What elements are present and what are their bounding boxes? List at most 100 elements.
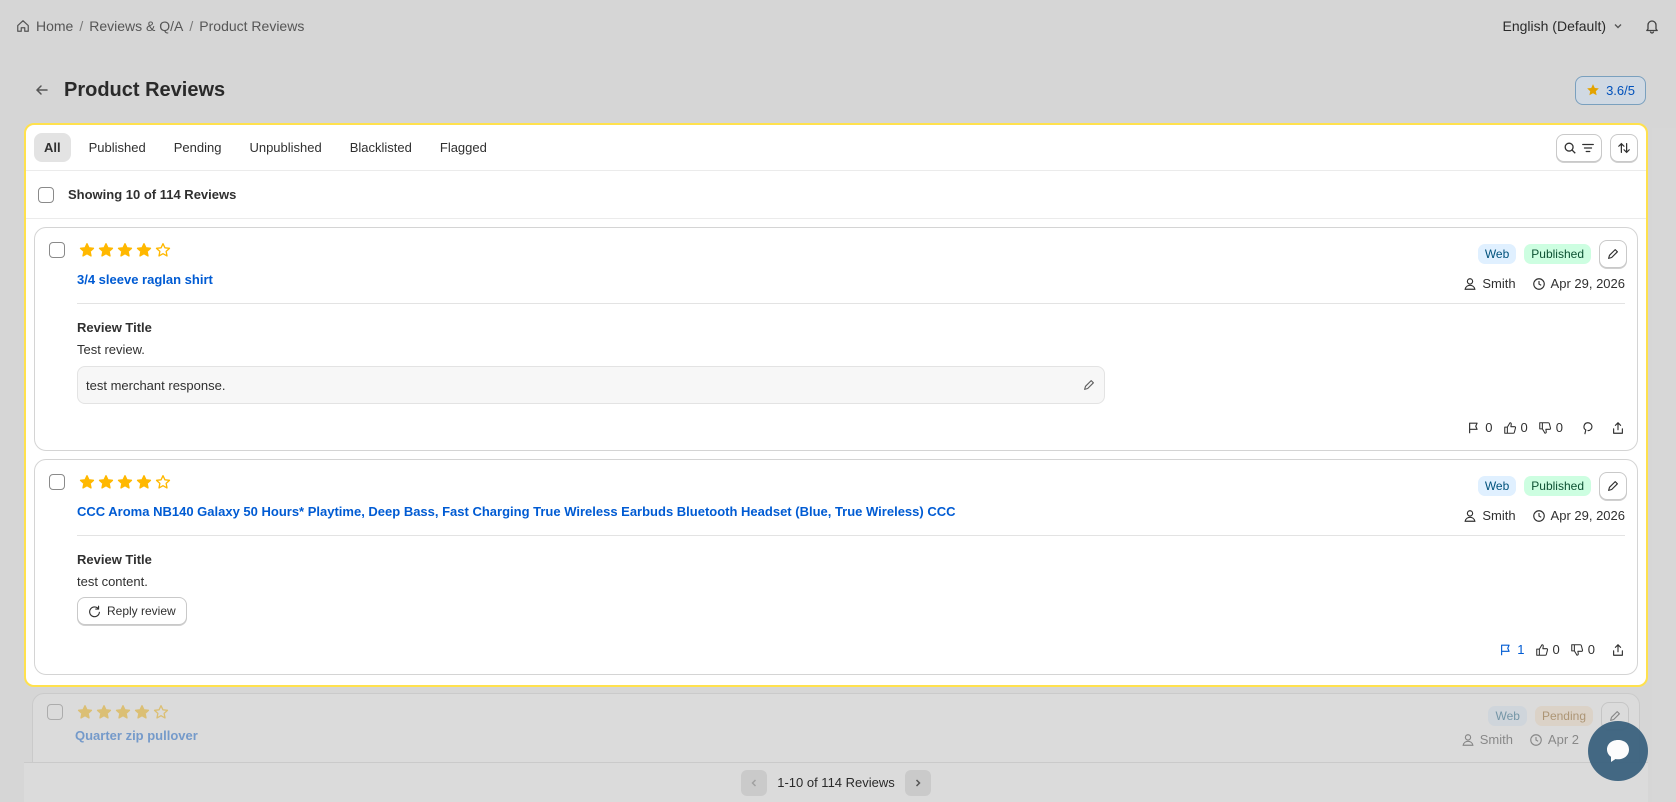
flag-action[interactable]: 1 [1499, 642, 1525, 657]
clock-icon [1530, 733, 1542, 746]
edit-review-button[interactable] [1599, 240, 1627, 268]
like-action[interactable]: 0 [1503, 420, 1528, 435]
average-rating-badge: 3.6/5 [1575, 75, 1646, 105]
source-badge: Web [1477, 476, 1517, 496]
product-link[interactable]: CCC Aroma NB140 Galaxy 50 Hours* Playtim… [77, 504, 956, 519]
product-link[interactable]: Quarter zip pullover [75, 728, 198, 743]
review-checkbox[interactable] [49, 242, 65, 258]
star-filled-icon [98, 475, 114, 489]
star-filled-icon [134, 705, 150, 719]
chat-widget-button[interactable] [1588, 721, 1648, 781]
page-title: Product Reviews [64, 78, 226, 101]
select-all-checkbox[interactable] [38, 186, 54, 203]
breadcrumb-current: Product Reviews [199, 18, 305, 34]
source-badge: Web [1477, 244, 1517, 264]
average-rating-value: 3.6/5 [1606, 82, 1635, 98]
clock-icon [1532, 277, 1545, 290]
review-author: Smith [1463, 508, 1516, 523]
user-icon [1462, 733, 1474, 746]
flag-action[interactable]: 0 [1467, 420, 1493, 435]
review-content: test content. [77, 574, 148, 589]
date-text: Apr 2 [1547, 732, 1579, 747]
filter-tabs: All Published Pending Unpublished Blackl… [26, 125, 1646, 171]
like-count: 0 [1520, 420, 1528, 435]
review-checkbox[interactable] [49, 474, 65, 490]
star-filled-icon [117, 243, 133, 257]
home-icon[interactable] [16, 19, 30, 33]
star-rating [79, 242, 171, 258]
tab-all[interactable]: All [34, 133, 71, 162]
share-icon[interactable] [1611, 421, 1625, 435]
flag-count: 0 [1485, 420, 1493, 435]
page-header: Product Reviews 3.6/5 [30, 72, 1646, 108]
star-filled-icon [117, 475, 133, 489]
star-filled-icon [79, 243, 95, 257]
search-filter-button[interactable] [1556, 133, 1602, 162]
sort-icon [1617, 141, 1631, 155]
user-icon [1464, 277, 1476, 290]
edit-response-pencil-icon[interactable] [1082, 378, 1096, 392]
tab-flagged[interactable]: Flagged [430, 133, 497, 162]
next-page-button[interactable] [904, 769, 931, 796]
star-rating [77, 704, 169, 720]
language-selector[interactable]: English (Default) [1503, 18, 1625, 34]
flag-count: 1 [1517, 642, 1525, 657]
chat-bubble-icon [1607, 740, 1629, 762]
author-name: Smith [1479, 732, 1513, 747]
breadcrumb-section[interactable]: Reviews & Q/A [89, 18, 183, 34]
dislike-action[interactable]: 0 [1570, 642, 1595, 657]
chevron-left-icon [751, 778, 757, 787]
star-filled-icon [79, 475, 95, 489]
merchant-response: test merchant response. [77, 366, 1105, 404]
back-arrow-icon[interactable] [30, 78, 54, 102]
breadcrumb-home[interactable]: Home [36, 18, 73, 34]
review-date: Apr 29, 2026 [1532, 508, 1625, 523]
pagination-label: 1-10 of 114 Reviews [777, 775, 895, 790]
review-checkbox[interactable] [47, 704, 63, 720]
edit-review-button[interactable] [1599, 472, 1627, 500]
review-content: Test review. [77, 342, 145, 357]
breadcrumb-separator: / [79, 18, 84, 34]
author-name: Smith [1482, 276, 1516, 291]
review-author: Smith [1463, 276, 1516, 291]
top-bar: Home / Reviews & Q/A / Product Reviews E… [0, 0, 1676, 52]
tab-published[interactable]: Published [79, 133, 156, 162]
author-name: Smith [1482, 508, 1516, 523]
review-title: Review Title [77, 320, 152, 335]
star-filled-icon [96, 705, 112, 719]
reviews-card: All Published Pending Unpublished Blackl… [24, 123, 1648, 687]
like-count: 0 [1552, 642, 1560, 657]
merchant-response-text: test merchant response. [86, 377, 226, 393]
star-filled-icon [136, 243, 152, 257]
date-text: Apr 29, 2026 [1550, 508, 1625, 523]
tab-unpublished[interactable]: Unpublished [239, 133, 331, 162]
review-title: Review Title [77, 552, 152, 567]
pin-icon[interactable] [1581, 421, 1595, 435]
star-filled-icon [115, 705, 131, 719]
tab-blacklisted[interactable]: Blacklisted [340, 133, 422, 162]
product-link[interactable]: 3/4 sleeve raglan shirt [77, 272, 213, 287]
bell-icon[interactable] [1644, 18, 1660, 34]
like-action[interactable]: 0 [1535, 642, 1560, 657]
sort-button[interactable] [1610, 133, 1638, 162]
star-filled-icon [98, 243, 114, 257]
dislike-count: 0 [1555, 420, 1563, 435]
review-card: Quarter zip pullover Web Pending Smith A… [32, 693, 1640, 773]
thumbs-down-icon [1538, 421, 1551, 434]
search-icon [1563, 141, 1577, 155]
dislike-count: 0 [1587, 642, 1595, 657]
tab-pending[interactable]: Pending [164, 133, 232, 162]
date-text: Apr 29, 2026 [1550, 276, 1625, 291]
reply-icon [89, 605, 100, 617]
reply-review-button[interactable]: Reply review [77, 597, 187, 625]
star-filled-icon [136, 475, 152, 489]
share-icon[interactable] [1611, 643, 1625, 657]
user-icon [1464, 509, 1476, 522]
status-badge: Pending [1534, 706, 1593, 726]
previous-page-button[interactable] [741, 769, 768, 796]
star-filled-icon [77, 705, 93, 719]
review-card: CCC Aroma NB140 Galaxy 50 Hours* Playtim… [34, 459, 1638, 675]
dislike-action[interactable]: 0 [1538, 420, 1563, 435]
divider [77, 535, 1625, 536]
flag-icon [1469, 422, 1478, 433]
